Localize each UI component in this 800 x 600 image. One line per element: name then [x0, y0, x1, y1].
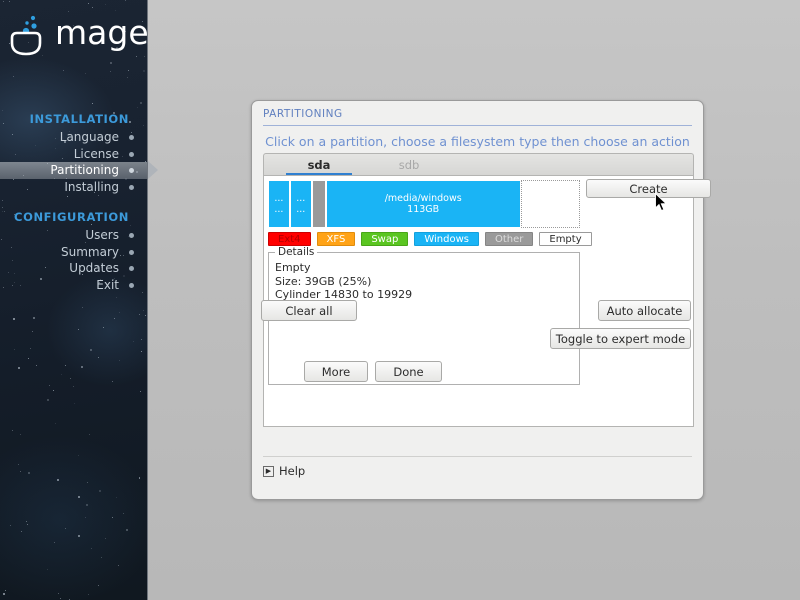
legend-button-ext4[interactable]: Ext4	[268, 232, 311, 246]
tab-sdb[interactable]: sdb	[374, 154, 444, 176]
legend-button-empty[interactable]: Empty	[539, 232, 592, 246]
sidebar-item-bullet-icon	[129, 151, 134, 157]
sidebar-item-bullet-icon	[129, 184, 134, 190]
details-fieldset-label: Details	[275, 246, 318, 258]
sidebar-item-summary[interactable]: Summary	[0, 244, 147, 261]
legend-button-xfs[interactable]: XFS	[316, 232, 356, 246]
sidebar-item-label: Installing	[64, 179, 119, 194]
sidebar-item-bullet-icon	[129, 282, 134, 288]
sidebar-item-bullet-icon	[129, 233, 134, 238]
auto-allocate-button[interactable]: Auto allocate	[598, 300, 691, 321]
sidebar-item-label: Partitioning	[50, 163, 119, 177]
partition-segment-windows[interactable]: ... ...	[268, 180, 290, 228]
help-expander[interactable]: ▶ Help	[263, 464, 305, 478]
mageia-logo: mageia	[8, 13, 148, 62]
sidebar-item-bullet-icon	[129, 168, 134, 173]
sidebar-item-bullet-icon	[129, 266, 134, 271]
partition-segment-label: ... ...	[274, 193, 284, 215]
sidebar-item-updates[interactable]: Updates	[0, 260, 147, 277]
disk-tabs: sda sdb	[263, 153, 694, 176]
legend-button-windows[interactable]: Windows	[414, 232, 479, 246]
sidebar-item-label: Summary	[61, 244, 119, 259]
sidebar-item-label: Exit	[96, 277, 119, 292]
sidebar-item-users[interactable]: Users	[0, 227, 147, 244]
sidebar-item-installing[interactable]: Installing	[0, 179, 147, 196]
page-title: PARTITIONING	[263, 108, 343, 120]
instruction-text: Click on a partition, choose a filesyste…	[265, 134, 690, 149]
help-label: Help	[279, 464, 306, 478]
installer-sidebar: mageia INSTALLATION Language License Partit…	[0, 0, 148, 600]
sidebar-item-label: License	[73, 146, 119, 161]
create-button[interactable]: Create	[586, 179, 711, 198]
legend-button-other[interactable]: Other	[484, 232, 534, 246]
sidebar-item-license[interactable]: License	[0, 146, 147, 163]
active-step-arrow-icon	[148, 161, 158, 179]
partition-bar[interactable]: ... ... ... ... /media/windows 113GB	[268, 180, 580, 228]
partition-segment-windows[interactable]: ... ...	[289, 180, 312, 228]
filesystem-type-legend: Ext4 XFS Swap Windows Other Empty	[268, 232, 592, 246]
sidebar-item-partitioning[interactable]: Partitioning	[0, 162, 147, 179]
partition-segment-other[interactable]	[311, 180, 326, 228]
legend-button-swap[interactable]: Swap	[361, 232, 409, 246]
sidebar-item-label: Users	[85, 228, 119, 242]
sidebar-item-bullet-icon	[129, 135, 134, 140]
partition-segment-label: ... ...	[296, 193, 306, 215]
details-text: Empty Size: 39GB (25%) Cylinder 14830 to…	[275, 261, 413, 301]
sidebar-item-language[interactable]: Language	[0, 129, 147, 146]
partition-segment-windows[interactable]: /media/windows 113GB	[325, 180, 521, 228]
sidebar-section-heading: CONFIGURATION	[14, 210, 129, 224]
toggle-expert-button[interactable]: Toggle to expert mode	[550, 328, 691, 349]
partition-segment-label: /media/windows 113GB	[384, 193, 462, 215]
sidebar-section-heading: INSTALLATION	[29, 112, 129, 126]
sidebar-item-exit[interactable]: Exit	[0, 277, 147, 294]
expander-triangle-icon: ▶	[263, 465, 274, 477]
more-button[interactable]: More	[304, 361, 368, 382]
mageia-wordmark: mageia	[55, 13, 148, 52]
mageia-cauldron-logo-icon	[10, 15, 42, 56]
done-button[interactable]: Done	[375, 361, 442, 382]
partition-segment-empty[interactable]	[520, 180, 580, 228]
sidebar-item-label: Updates	[69, 261, 119, 275]
title-divider	[263, 125, 692, 126]
footer-divider	[263, 456, 692, 457]
sidebar-item-bullet-icon	[129, 249, 134, 255]
sidebar-item-label: Language	[59, 130, 119, 144]
clear-all-button[interactable]: Clear all	[261, 300, 357, 321]
